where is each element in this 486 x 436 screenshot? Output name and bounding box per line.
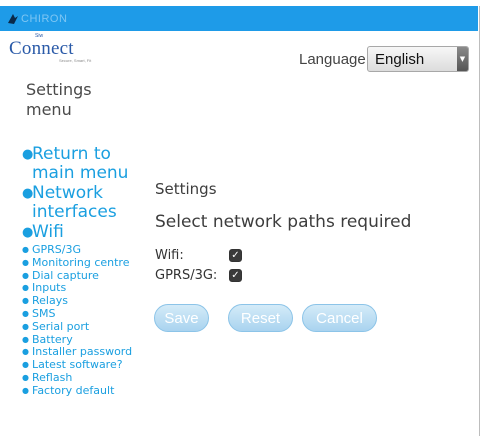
sidebar-item-label: SMS [32, 306, 56, 320]
bullet-icon: ● [22, 296, 29, 306]
sidebar-item-label: Installer password [32, 345, 133, 359]
bullet-icon: ● [22, 360, 29, 370]
language-selected-value: English [375, 50, 425, 68]
sidebar-item-network-interfaces[interactable]: ● Network interfaces [22, 184, 157, 222]
sidebar-item-serial-port[interactable]: ● Serial port [22, 319, 162, 333]
sidebar-item-gprs-3g[interactable]: ● GPRS/3G [22, 244, 162, 256]
sidebar-item-label: Dial capture [32, 268, 99, 282]
top-border [0, 0, 486, 5]
sidebar-item-label: Return to main menu [32, 144, 129, 183]
brand-tagline: Secure, Smart, Fit [59, 58, 92, 63]
reset-button[interactable]: Reset [228, 304, 293, 332]
header-bar: CHIRON [0, 6, 478, 31]
checkmark-icon: ✓ [231, 269, 240, 281]
brand-name: Connect [9, 38, 74, 59]
bullet-icon: ● [22, 257, 29, 267]
bullet-icon: ● [22, 321, 29, 331]
page-subtitle: Select network paths required [155, 212, 412, 232]
sidebar-item-label: Wifi [32, 222, 64, 242]
sidebar-item-battery[interactable]: ● Battery [22, 332, 162, 346]
sidebar-item-wifi[interactable]: ● Wifi [22, 223, 157, 242]
sidebar-item-label: Factory default [32, 383, 115, 397]
cancel-button[interactable]: Cancel [302, 304, 377, 332]
sidebar-item-label: Latest software? [32, 358, 123, 372]
bullet-icon: ● [22, 147, 34, 162]
sidebar-item-label: GPRS/3G [32, 243, 82, 256]
sidebar-item-label: Serial port [32, 319, 90, 333]
sidebar-item-label: Relays [32, 294, 68, 308]
sidebar-title: Settings menu [26, 80, 92, 119]
sidebar-item-label: Inputs [32, 281, 67, 295]
sidebar-item-label: Network interfaces [32, 183, 117, 222]
sidebar-item-reflash[interactable]: ● Reflash [22, 370, 162, 384]
language-select[interactable]: English ▼ [367, 46, 469, 72]
bullet-icon: ● [22, 245, 29, 254]
bullet-icon: ● [22, 270, 29, 280]
sidebar-item-label: Battery [32, 332, 73, 346]
save-button[interactable]: Save [154, 304, 209, 332]
wifi-label: Wifi: [155, 248, 184, 263]
bullet-icon: ● [22, 225, 34, 240]
bullet-icon: ● [22, 347, 29, 357]
wifi-checkbox[interactable]: ✓ [229, 249, 242, 262]
wifi-option-row: Wifi: ✓ [155, 248, 242, 263]
gprs-3g-label: GPRS/3G: [155, 268, 218, 283]
page-title: Settings [155, 180, 217, 198]
sidebar-item-installer-password[interactable]: ● Installer password [22, 346, 162, 358]
sidebar-item-return-to-main-menu[interactable]: ● Return to main menu [22, 145, 157, 183]
sidebar-secondary-nav: ● GPRS/3G ● Monitoring centre ● Dial captur… [22, 244, 162, 398]
sidebar-item-label: Reflash [32, 370, 73, 384]
dropdown-arrow-icon: ▼ [457, 47, 468, 71]
bullet-icon: ● [22, 372, 29, 382]
sidebar-item-inputs[interactable]: ● Inputs [22, 282, 162, 294]
bullet-icon: ● [22, 186, 34, 201]
checkmark-icon: ✓ [231, 249, 240, 261]
chiron-logo-icon [8, 14, 18, 24]
language-label: Language: [299, 51, 370, 68]
sidebar-item-monitoring-centre[interactable]: ● Monitoring centre [22, 255, 162, 269]
sidebar-primary-nav: ● Return to main menu ● Network interfaces… [22, 145, 157, 243]
sidebar-item-sms[interactable]: ● SMS [22, 306, 162, 320]
sidebar-item-latest-software[interactable]: ● Latest software? [22, 359, 162, 371]
bullet-icon: ● [22, 283, 29, 293]
bullet-icon: ● [22, 334, 29, 344]
gprs-option-row: GPRS/3G: ✓ [155, 268, 242, 283]
bullet-icon: ● [22, 308, 29, 318]
siw-connect-logo: Siw Connect Secure, Smart, Fit [9, 33, 119, 63]
sidebar-item-relays[interactable]: ● Relays [22, 295, 162, 307]
right-divider [479, 6, 480, 436]
chiron-logo: CHIRON [7, 9, 67, 29]
sidebar-item-factory-default[interactable]: ● Factory default [22, 383, 162, 397]
sidebar-item-label: Monitoring centre [32, 255, 130, 269]
chiron-logo-text: CHIRON [21, 13, 68, 25]
gprs-3g-checkbox[interactable]: ✓ [229, 269, 242, 282]
bullet-icon: ● [22, 385, 29, 395]
sidebar-item-dial-capture[interactable]: ● Dial capture [22, 268, 162, 282]
